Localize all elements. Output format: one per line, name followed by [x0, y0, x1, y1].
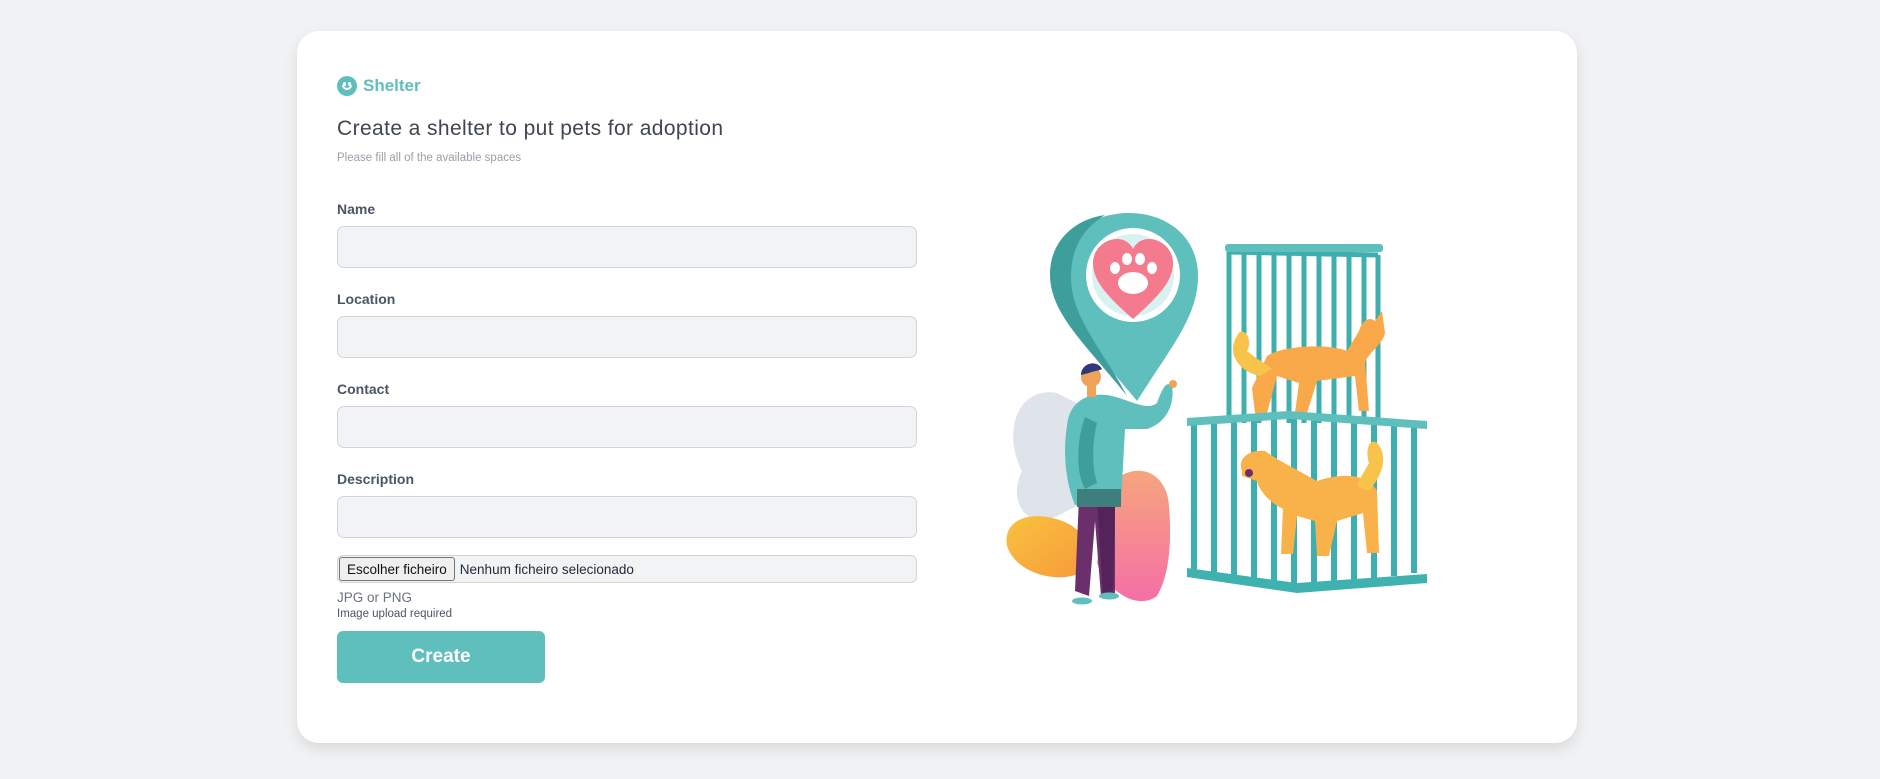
shelter-card: Shelter Create a shelter to put pets for…: [297, 31, 1577, 743]
file-upload[interactable]: Escolher ficheiro Nenhum ficheiro seleci…: [337, 555, 917, 583]
name-input[interactable]: [337, 226, 917, 268]
cat-figure: [1233, 311, 1385, 413]
description-input[interactable]: [337, 496, 917, 538]
pet-shelter-illustration: [1006, 213, 1427, 605]
choose-file-button[interactable]: Escolher ficheiro: [339, 557, 455, 581]
location-input[interactable]: [337, 316, 917, 358]
smiley-icon: [337, 76, 357, 96]
contact-label: Contact: [337, 381, 390, 397]
file-type-hint: JPG or PNG: [337, 590, 413, 605]
brand: Shelter: [337, 76, 421, 96]
page-title: Create a shelter to put pets for adoptio…: [337, 117, 724, 140]
upload-required-note: Image upload required: [337, 608, 453, 620]
description-label: Description: [337, 471, 415, 487]
name-label: Name: [337, 201, 376, 217]
contact-input[interactable]: [337, 406, 917, 448]
file-status: Nenhum ficheiro selecionado: [459, 561, 634, 577]
create-button[interactable]: Create: [337, 631, 545, 683]
location-label: Location: [337, 291, 396, 307]
page-subtitle: Please fill all of the available spaces: [337, 152, 522, 164]
location-pin-icon: [1050, 213, 1198, 401]
brand-name: Shelter: [363, 76, 421, 95]
